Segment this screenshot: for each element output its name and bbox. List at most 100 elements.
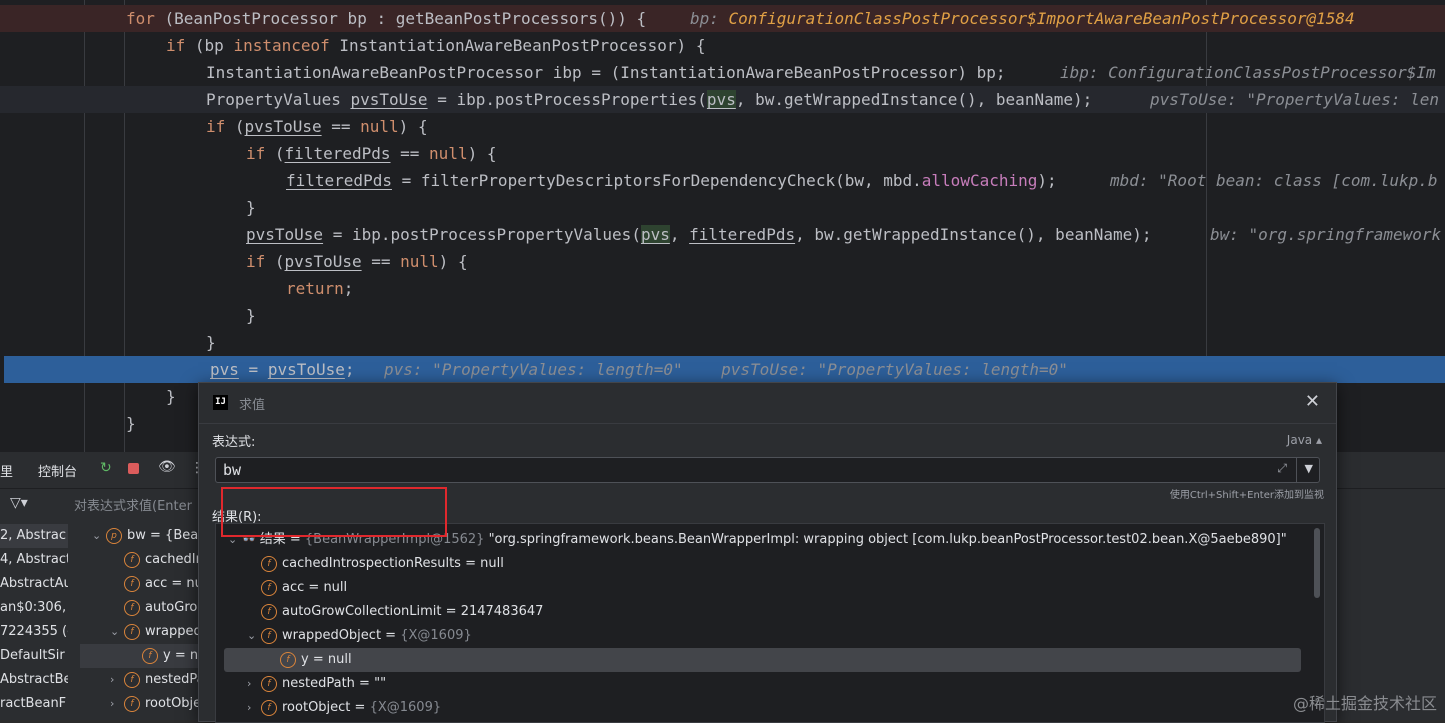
stop-icon[interactable] [128, 463, 139, 474]
watch-hint: 使用Ctrl+Shift+Enter添加到监视 [1169, 490, 1324, 501]
field-icon: f [124, 623, 140, 640]
tab-left-truncated[interactable]: 里 [0, 461, 13, 480]
equals-sign: = [350, 700, 370, 715]
result-tree[interactable]: ⌄ 👓 结果 = {BeanWrapperImpl@1562} "org.sprin… [215, 523, 1325, 723]
stack-frame-item[interactable]: AbstractAu [0, 572, 68, 596]
chevron-down-icon[interactable]: ⌄ [92, 524, 106, 548]
field-icon: f [124, 695, 140, 712]
stack-frame-item[interactable]: 2, Abstrac [0, 524, 68, 548]
view-breakpoints-icon[interactable]: 👁 [158, 459, 176, 475]
chevron-down-icon[interactable]: ⌄ [247, 624, 261, 648]
stack-frame-item[interactable]: AbstractBea [0, 668, 68, 692]
result-scrollbar[interactable] [1314, 528, 1320, 598]
expression-input[interactable] [216, 458, 1290, 482]
code-line[interactable]: if (filteredPds == null) { [0, 140, 1445, 167]
field-value: null [327, 652, 352, 667]
chevron-right-icon[interactable]: › [110, 692, 124, 716]
stack-frame-item[interactable]: DefaultSir [0, 644, 68, 668]
dialog-title: 求值 [239, 398, 266, 413]
divider [1296, 458, 1297, 482]
result-tree-row[interactable]: › f rootObject = {X@1609} [216, 696, 1324, 720]
field-icon: f [124, 671, 140, 688]
code-line[interactable]: pvs = pvsToUse; pvs: "PropertyValues: len… [4, 356, 1445, 383]
chevron-right-icon[interactable]: › [247, 672, 261, 696]
filter-icon[interactable]: ▽▾ [10, 495, 28, 511]
inline-debug-value: pvs: "PropertyValues: length=0" pvsToUse… [384, 360, 1068, 379]
expression-field[interactable]: ⤢ ▼ [215, 457, 1320, 483]
field-icon: f [261, 675, 277, 692]
code-line[interactable]: if (pvsToUse == null) { [0, 248, 1445, 275]
field-name: y [301, 652, 309, 667]
code-line[interactable]: filteredPds = filterPropertyDescriptorsF… [0, 167, 1445, 194]
result-tree-row[interactable]: › f nestedPath = "" [216, 672, 1324, 696]
field-icon: f [124, 551, 140, 568]
equals-sign: = [460, 556, 481, 571]
result-tree-row[interactable]: fy = null [224, 648, 1301, 672]
equals-sign: = [354, 676, 375, 691]
inline-debug-value: pvsToUse: "PropertyValues: len [1150, 90, 1439, 109]
dialog-title-bar[interactable]: IJ 求值 ✕ [199, 383, 1336, 424]
field-icon: f [142, 647, 158, 664]
evaluate-expression-field[interactable]: 对表达式求值(Enter [74, 495, 192, 514]
inline-debug-value: mbd: "Root bean: class [com.lukp.b [1110, 171, 1438, 190]
inline-debug-value: ibp: ConfigurationClassPostProcessor$Im [1060, 63, 1436, 82]
field-icon: f [280, 651, 296, 668]
tab-console[interactable]: 控制台 [38, 461, 77, 480]
parameter-icon: p [106, 527, 122, 544]
field-name: wrappedObject [282, 628, 382, 643]
field-icon: f [261, 579, 277, 596]
rerun-icon[interactable]: ↻ [100, 460, 112, 476]
code-line[interactable]: } [0, 302, 1445, 329]
evaluate-dialog: IJ 求值 ✕ 表达式: Java ▴ ⤢ ▼ 使用Ctrl+Shift+Ent… [198, 382, 1337, 723]
result-tree-row[interactable]: f autoGrowCollectionLimit = 2147483647 [216, 600, 1324, 624]
expression-label: 表达式: [212, 435, 256, 450]
field-icon: f [124, 599, 140, 616]
equals-sign: = [441, 604, 461, 619]
field-value: 2147483647 [460, 604, 544, 619]
code-line[interactable]: InstantiationAwareBeanPostProcessor ibp … [0, 59, 1445, 86]
field-icon: f [261, 555, 277, 572]
variables-panel: 对表达式求值(Enter ⌄ p bw = {BeanW f cachedInt f acc… [68, 489, 253, 720]
stack-frame-item[interactable]: ractBeanF [0, 692, 68, 716]
field-value: null [323, 580, 348, 595]
stack-frame-item[interactable]: 4, Abstract [0, 548, 68, 572]
code-line[interactable]: } [0, 329, 1445, 356]
object-id: {X@1609} [400, 628, 472, 643]
field-name: autoGrowCollectionLimit [282, 604, 442, 619]
code-line[interactable]: } [0, 194, 1445, 221]
intellij-logo-icon: IJ [213, 395, 228, 410]
field-name: cachedIntrospectionResults [282, 556, 461, 571]
field-icon: f [261, 603, 277, 620]
equals-sign: = [381, 628, 401, 643]
inline-debug-value: bw: "org.springframework [1210, 225, 1442, 244]
result-tree-row[interactable]: ⌄ f wrappedObject = {X@1609} [216, 624, 1324, 648]
result-tree-row[interactable]: f acc = null [216, 576, 1324, 600]
expand-icon[interactable]: ⤢ [1277, 461, 1287, 476]
field-icon: f [261, 627, 277, 644]
chevron-down-icon[interactable]: ⌄ [110, 620, 124, 644]
chevron-right-icon[interactable]: › [110, 668, 124, 692]
code-line[interactable]: if (bp instanceof InstantiationAwareBean… [0, 32, 1445, 59]
field-value: null [480, 556, 504, 571]
history-dropdown-icon[interactable]: ▼ [1305, 462, 1313, 475]
watermark: @稀土掘金技术社区 [1292, 694, 1437, 713]
language-selector[interactable]: Java ▴ [1287, 433, 1322, 447]
chevron-right-icon[interactable]: › [247, 696, 261, 720]
frames-panel: ▽▾ 2, Abstrac 4, Abstract AbstractAu an$0:3… [0, 489, 69, 720]
code-line[interactable]: if (pvsToUse == null) { [0, 113, 1445, 140]
field-name: acc [282, 580, 305, 595]
code-line[interactable]: for (BeanPostProcessor bp : getBeanPostP… [0, 5, 1445, 32]
equals-sign: = [304, 580, 324, 595]
stack-frame-item[interactable]: an$0:306, A [0, 596, 68, 620]
field-name: rootObject [282, 700, 351, 715]
close-icon[interactable]: ✕ [1305, 391, 1320, 412]
result-tree-row[interactable]: f cachedIntrospectionResults = null [216, 552, 1324, 576]
object-id: {X@1609} [369, 700, 442, 715]
code-line[interactable]: pvsToUse = ibp.postProcessPropertyValues… [0, 221, 1445, 248]
field-icon: f [124, 575, 140, 592]
field-value: "" [374, 676, 387, 691]
code-line[interactable]: return; [0, 275, 1445, 302]
code-line[interactable]: PropertyValues pvsToUse = ibp.postProces… [0, 86, 1445, 113]
variable-item[interactable]: ⌄ p bw = {BeanW [80, 524, 217, 548]
stack-frame-item[interactable]: 7224355 (o [0, 620, 68, 644]
